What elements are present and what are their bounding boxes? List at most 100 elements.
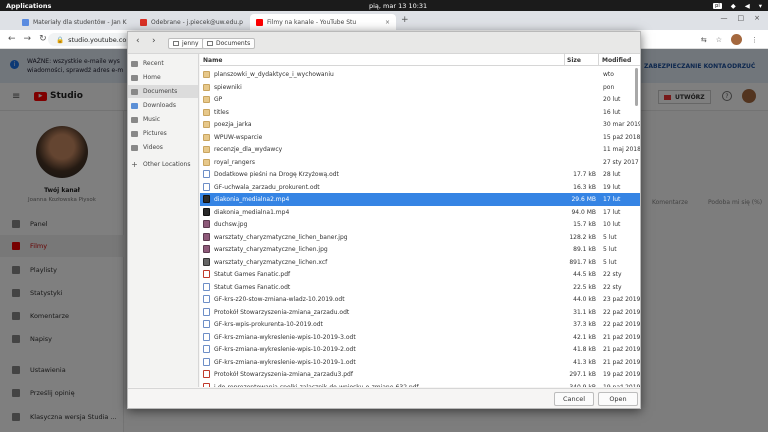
place-label: Pictures [143,130,167,137]
file-row[interactable]: GF-uchwala_zarzadu_prokurent.odt 16.3 kB 1… [200,181,640,194]
file-row[interactable]: royal_rangers 27 sty 2017 [200,156,640,169]
column-modified[interactable]: Modified [602,57,631,64]
back-arrow-icon[interactable]: ‹ [136,36,140,46]
minimize-icon[interactable]: — [721,14,728,22]
folder-icon [203,96,210,103]
file-row[interactable]: planszowki_w_dydaktyce_i_wychowaniu wto [200,68,640,81]
pdf-icon [203,270,210,278]
file-modified: 30 mar 2019 [603,121,640,128]
close-window-icon[interactable]: × [754,14,760,22]
image-file-icon [203,220,210,228]
file-row[interactable]: diakonia_medialna2.mp4 29.6 MB 17 lut [200,193,640,206]
tab-youtube-studio[interactable]: Filmy na kanale - YouTube Stu × [250,14,396,30]
file-name: poezja_jarka [214,121,252,128]
file-row[interactable]: Protokół Stowarzyszenia-zmiana_zarzadu.o… [200,306,640,319]
file-name: recenzje_dla_wydawcy [214,146,283,153]
file-modified: 5 lut [603,246,617,253]
open-button[interactable]: Open [598,392,638,406]
place-videos[interactable]: Videos [128,141,198,154]
place-home[interactable]: Home [128,71,198,84]
place-recent[interactable]: Recent [128,57,198,70]
file-row[interactable]: diakonia_medialna1.mp4 94.0 MB 17 lut [200,206,640,219]
file-size: 340.9 kB [569,383,596,388]
place-pictures[interactable]: Pictures [128,127,198,140]
file-row[interactable]: warsztaty_charyzmatyczne_lichen.jpg 89.1 … [200,243,640,256]
file-chooser-dialog: ‹ › jenny Documents Recent Home Document… [127,31,641,409]
file-modified: wto [603,71,614,78]
url-text: studio.youtube.com [68,35,133,44]
column-name[interactable]: Name [203,57,222,64]
file-row[interactable]: GF-krs-z20-stow-zmiana-wladz-10.2019.odt… [200,293,640,306]
gimp-file-icon [203,257,210,266]
new-tab-button[interactable]: + [401,15,409,25]
keyboard-layout-indicator[interactable]: pl [713,2,722,9]
file-modified: 27 sty 2017 [603,158,639,166]
file-row[interactable]: GF-krs-zmiana-wykreslenie-wpis-10-2019-2… [200,343,640,356]
clock[interactable]: pią, mar 13 10:31 [369,2,427,10]
file-row[interactable]: GF-krs-zmiana-wykreslenie-wpis-10-2019-3… [200,331,640,344]
file-row[interactable]: Statut Games Fanatic.pdf 44.5 kB 22 sty [200,268,640,281]
file-size: 891.7 kB [569,258,596,266]
file-row[interactable]: spiewniki pon [200,81,640,94]
folder-icon [203,146,210,153]
place-other-locations[interactable]: + Other Locations [128,158,198,171]
file-modified: 22 paź 2019 [603,321,640,328]
volume-icon[interactable]: ◀ [745,2,750,10]
cancel-button[interactable]: Cancel [554,392,594,406]
tab-gmail[interactable]: Odebrane - j.piecek@uw.edu.p × [134,14,246,30]
document-icon [203,307,210,316]
tab-label: Odebrane - j.piecek@uw.edu.p [151,18,243,26]
close-icon[interactable]: × [385,19,390,26]
kebab-menu-icon[interactable]: ⋮ [751,36,758,44]
file-name: i-do-reprezentowania-spolki-zalacznik-do… [214,383,419,388]
crumb-label: Documents [216,40,251,47]
file-row[interactable]: GF-krs-zmiana-wykreslenie-wpis-10-2019-1… [200,356,640,369]
place-documents[interactable]: Documents [128,85,198,98]
pictures-icon [131,130,138,137]
back-icon[interactable]: ← [8,34,16,44]
file-modified: 23 paź 2019 [603,296,640,303]
file-row[interactable]: Statut Games Fanatic.odt 22.5 kB 22 sty [200,281,640,294]
forward-arrow-icon[interactable]: › [152,36,156,46]
folder-icon [203,71,210,78]
scrollbar[interactable] [635,68,638,106]
file-modified: 28 lut [603,171,621,178]
column-size[interactable]: Size [567,57,581,64]
path-crumb-documents[interactable]: Documents [202,38,256,49]
power-menu-icon[interactable]: ▾ [759,2,762,10]
file-row[interactable]: warsztaty_charyzmatyczne_lichen.xcf 891.7… [200,256,640,269]
reload-icon[interactable]: ↻ [39,34,47,44]
place-music[interactable]: Music [128,113,198,126]
image-file-icon [203,245,210,253]
file-row[interactable]: recenzje_dla_wydawcy 11 maj 2018 [200,143,640,156]
place-downloads[interactable]: Downloads [128,99,198,112]
forward-icon[interactable]: → [24,34,32,44]
network-icon[interactable]: ◆ [731,2,736,10]
path-crumb-home[interactable]: jenny [168,38,204,49]
file-row[interactable]: i-do-reprezentowania-spolki-zalacznik-do… [200,381,640,388]
file-name: Protokół Stowarzyszenia-zmiana_zarzadu.o… [214,308,350,316]
file-row[interactable]: GP 20 lut [200,93,640,106]
file-row[interactable]: GF-krs-wpis-prokurenta-10-2019.odt 37.3 k… [200,318,640,331]
file-row[interactable]: warsztaty_charyzmatyczne_lichen_baner.jp… [200,231,640,244]
star-icon[interactable]: ☆ [716,36,722,44]
documents-icon [131,88,138,95]
document-icon [203,320,210,328]
file-row[interactable]: Dodatkowe pieśni na Drogę Krzyżową.odt 17… [200,168,640,181]
translate-icon[interactable]: ⇆ [701,36,707,44]
gmail-icon [140,18,147,26]
maximize-icon[interactable]: □ [738,14,745,22]
file-row[interactable]: WPUW-wsparcie 15 paź 2018 [200,131,640,144]
file-modified: 19 paź 2019 [603,371,640,378]
crumb-label: jenny [182,40,199,47]
tab-materialy[interactable]: Materiały dla studentów - Jan K × [16,14,128,30]
profile-avatar[interactable] [731,34,742,45]
video-icon [131,144,138,151]
file-modified: 22 paź 2019 [603,308,640,316]
file-row[interactable]: titles 16 lut [200,106,640,119]
file-row[interactable]: Protokół Stowarzyszenia-zmiana_zarzadu3.… [200,368,640,381]
document-icon [203,295,210,303]
applications-menu[interactable]: Applications [0,2,51,10]
file-row[interactable]: duchsw.jpg 15.7 kB 10 lut [200,218,640,231]
file-row[interactable]: poezja_jarka 30 mar 2019 [200,118,640,131]
